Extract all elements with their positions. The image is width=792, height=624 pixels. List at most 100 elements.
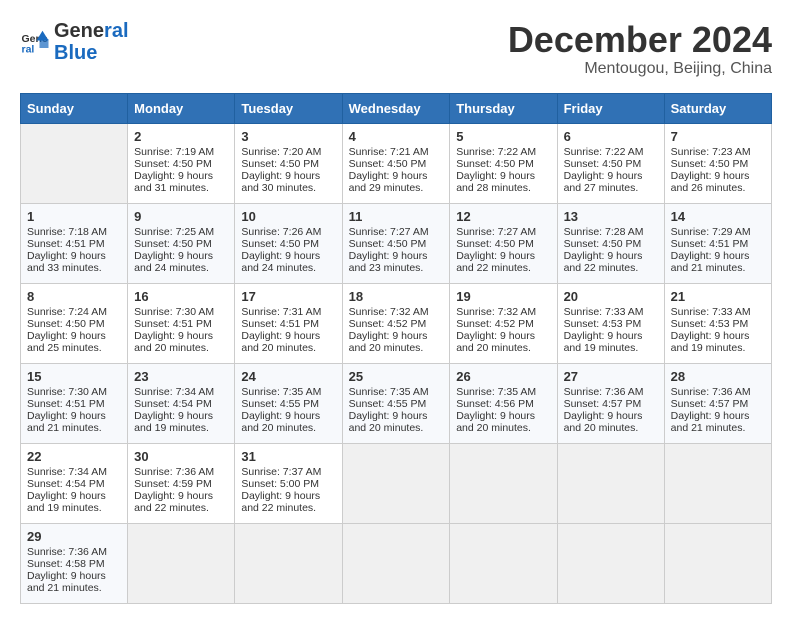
calendar-cell (128, 523, 235, 603)
day-number: 19 (456, 289, 550, 304)
daylight-label: Daylight: 9 hours and 21 minutes. (27, 410, 106, 434)
daylight-label: Daylight: 9 hours and 27 minutes. (564, 170, 643, 194)
sunrise-label: Sunrise: 7:20 AM (241, 146, 321, 158)
sunrise-label: Sunrise: 7:27 AM (349, 226, 429, 238)
day-number: 7 (671, 129, 765, 144)
sunset-label: Sunset: 4:50 PM (349, 238, 427, 250)
daylight-label: Daylight: 9 hours and 23 minutes. (349, 250, 428, 274)
daylight-label: Daylight: 9 hours and 26 minutes. (671, 170, 750, 194)
sunrise-label: Sunrise: 7:29 AM (671, 226, 751, 238)
calendar-cell: 26Sunrise: 7:35 AMSunset: 4:56 PMDayligh… (450, 363, 557, 443)
sunrise-label: Sunrise: 7:22 AM (456, 146, 536, 158)
calendar-cell (664, 523, 771, 603)
day-number: 5 (456, 129, 550, 144)
sunset-label: Sunset: 4:53 PM (671, 318, 749, 330)
sunset-label: Sunset: 4:55 PM (241, 398, 319, 410)
day-number: 6 (564, 129, 658, 144)
sunrise-label: Sunrise: 7:27 AM (456, 226, 536, 238)
day-number: 16 (134, 289, 228, 304)
sunrise-label: Sunrise: 7:36 AM (27, 546, 107, 558)
weekday-header-row: Sunday Monday Tuesday Wednesday Thursday… (21, 93, 772, 123)
sunrise-label: Sunrise: 7:26 AM (241, 226, 321, 238)
calendar-cell: 12Sunrise: 7:27 AMSunset: 4:50 PMDayligh… (450, 203, 557, 283)
sunset-label: Sunset: 4:50 PM (349, 158, 427, 170)
calendar-cell (21, 123, 128, 203)
header-sunday: Sunday (21, 93, 128, 123)
daylight-label: Daylight: 9 hours and 20 minutes. (456, 410, 535, 434)
header-monday: Monday (128, 93, 235, 123)
calendar-cell (557, 443, 664, 523)
sunrise-label: Sunrise: 7:19 AM (134, 146, 214, 158)
daylight-label: Daylight: 9 hours and 20 minutes. (134, 330, 213, 354)
header-thursday: Thursday (450, 93, 557, 123)
daylight-label: Daylight: 9 hours and 31 minutes. (134, 170, 213, 194)
day-number: 2 (134, 129, 228, 144)
day-number: 29 (27, 529, 121, 544)
daylight-label: Daylight: 9 hours and 22 minutes. (456, 250, 535, 274)
header-friday: Friday (557, 93, 664, 123)
sunrise-label: Sunrise: 7:23 AM (671, 146, 751, 158)
calendar-cell: 4Sunrise: 7:21 AMSunset: 4:50 PMDaylight… (342, 123, 450, 203)
daylight-label: Daylight: 9 hours and 29 minutes. (349, 170, 428, 194)
logo-line1: General (54, 20, 129, 42)
calendar-cell: 24Sunrise: 7:35 AMSunset: 4:55 PMDayligh… (235, 363, 342, 443)
sunset-label: Sunset: 4:51 PM (671, 238, 749, 250)
sunrise-label: Sunrise: 7:22 AM (564, 146, 644, 158)
calendar-cell: 18Sunrise: 7:32 AMSunset: 4:52 PMDayligh… (342, 283, 450, 363)
daylight-label: Daylight: 9 hours and 22 minutes. (134, 490, 213, 514)
calendar-cell (450, 443, 557, 523)
day-number: 13 (564, 209, 658, 224)
sunrise-label: Sunrise: 7:33 AM (671, 306, 751, 318)
sunrise-label: Sunrise: 7:37 AM (241, 466, 321, 478)
sunset-label: Sunset: 4:50 PM (27, 318, 105, 330)
month-title: December 2024 (508, 20, 772, 60)
day-number: 9 (134, 209, 228, 224)
day-number: 3 (241, 129, 335, 144)
sunset-label: Sunset: 4:59 PM (134, 478, 212, 490)
calendar-cell: 5Sunrise: 7:22 AMSunset: 4:50 PMDaylight… (450, 123, 557, 203)
calendar-cell (664, 443, 771, 523)
sunrise-label: Sunrise: 7:30 AM (134, 306, 214, 318)
calendar-cell: 11Sunrise: 7:27 AMSunset: 4:50 PMDayligh… (342, 203, 450, 283)
sunset-label: Sunset: 4:55 PM (349, 398, 427, 410)
daylight-label: Daylight: 9 hours and 20 minutes. (564, 410, 643, 434)
sunset-label: Sunset: 4:50 PM (241, 158, 319, 170)
daylight-label: Daylight: 9 hours and 19 minutes. (564, 330, 643, 354)
daylight-label: Daylight: 9 hours and 30 minutes. (241, 170, 320, 194)
day-number: 10 (241, 209, 335, 224)
calendar-cell: 22Sunrise: 7:34 AMSunset: 4:54 PMDayligh… (21, 443, 128, 523)
calendar-cell: 8Sunrise: 7:24 AMSunset: 4:50 PMDaylight… (21, 283, 128, 363)
sunset-label: Sunset: 4:57 PM (564, 398, 642, 410)
daylight-label: Daylight: 9 hours and 24 minutes. (241, 250, 320, 274)
daylight-label: Daylight: 9 hours and 20 minutes. (456, 330, 535, 354)
sunrise-label: Sunrise: 7:30 AM (27, 386, 107, 398)
daylight-label: Daylight: 9 hours and 25 minutes. (27, 330, 106, 354)
calendar-cell: 14Sunrise: 7:29 AMSunset: 4:51 PMDayligh… (664, 203, 771, 283)
day-number: 14 (671, 209, 765, 224)
day-number: 30 (134, 449, 228, 464)
daylight-label: Daylight: 9 hours and 22 minutes. (564, 250, 643, 274)
calendar-cell: 30 Sunrise: 7:36 AMSunset: 4:59 PMDayligh… (128, 443, 235, 523)
daylight-label: Daylight: 9 hours and 20 minutes. (241, 330, 320, 354)
day-number: 22 (27, 449, 121, 464)
calendar-cell: 21Sunrise: 7:33 AMSunset: 4:53 PMDayligh… (664, 283, 771, 363)
svg-text:ral: ral (22, 44, 35, 56)
sunrise-label: Sunrise: 7:36 AM (134, 466, 214, 478)
day-number: 26 (456, 369, 550, 384)
sunset-label: Sunset: 4:50 PM (564, 238, 642, 250)
sunset-label: Sunset: 5:00 PM (241, 478, 319, 490)
daylight-label: Daylight: 9 hours and 28 minutes. (456, 170, 535, 194)
sunrise-label: Sunrise: 7:32 AM (349, 306, 429, 318)
sunrise-label: Sunrise: 7:25 AM (134, 226, 214, 238)
day-number: 28 (671, 369, 765, 384)
calendar-cell: 31Sunrise: 7:37 AMSunset: 5:00 PMDayligh… (235, 443, 342, 523)
sunset-label: Sunset: 4:51 PM (241, 318, 319, 330)
calendar-cell: 1Sunrise: 7:18 AMSunset: 4:51 PMDaylight… (21, 203, 128, 283)
day-number: 31 (241, 449, 335, 464)
header-saturday: Saturday (664, 93, 771, 123)
sunset-label: Sunset: 4:58 PM (27, 558, 105, 570)
calendar-cell: 16Sunrise: 7:30 AMSunset: 4:51 PMDayligh… (128, 283, 235, 363)
page-header: Gene ral General Blue December 2024 Ment… (20, 20, 772, 78)
calendar-cell: 7Sunrise: 7:23 AMSunset: 4:50 PMDaylight… (664, 123, 771, 203)
sunset-label: Sunset: 4:53 PM (564, 318, 642, 330)
